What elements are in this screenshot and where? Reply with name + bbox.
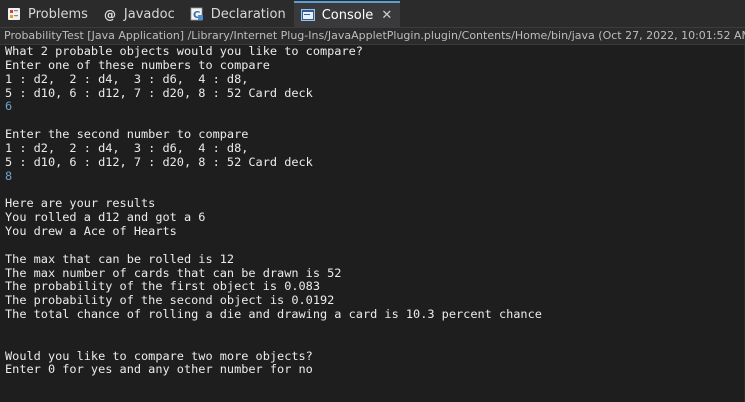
tab-javadoc-label: Javadoc [123, 6, 175, 22]
console-output[interactable]: What 2 probable objects would you like t… [0, 45, 745, 402]
tab-problems-label: Problems [28, 6, 88, 22]
console-output-line: 5 : d10, 6 : d12, 7 : d20, 8 : 52 Card d… [5, 154, 313, 169]
console-output-line: The max that can be rolled is 12 [5, 251, 235, 266]
console-output-line: The max number of cards that can be draw… [5, 265, 342, 280]
console-output-line: Enter the second number to compare [5, 127, 249, 142]
console-output-line: You rolled a d12 and got a 6 [5, 210, 206, 225]
console-output-line: Here are your results [5, 196, 156, 211]
tab-declaration-label: Declaration [210, 6, 286, 22]
console-output-line [5, 114, 745, 128]
console-output-line [5, 336, 745, 350]
svg-text:@: @ [104, 8, 116, 21]
console-output-line: Would you like to compare two more objec… [5, 348, 313, 363]
console-output-line: You drew a Ace of Hearts [5, 223, 177, 238]
console-output-line [5, 183, 745, 197]
tab-problems[interactable]: Problems [0, 1, 96, 27]
console-input-line: 6 [5, 99, 13, 114]
javadoc-icon: @ [102, 6, 118, 22]
tab-console[interactable]: Console ✕ [293, 1, 401, 27]
tab-declaration[interactable]: C Declaration [183, 1, 294, 27]
tab-javadoc[interactable]: @ Javadoc [96, 1, 183, 27]
console-output-line: Enter 0 for yes and any other number for… [5, 362, 313, 377]
console-output-line [5, 322, 745, 336]
tab-console-label: Console [321, 7, 374, 23]
console-output-line: The total chance of rolling a die and dr… [5, 307, 542, 322]
process-info-bar: ProbabilityTest [Java Application] /Libr… [0, 28, 745, 45]
console-output-line: The probability of the first object is 0… [5, 279, 320, 294]
view-tab-bar: Problems @ Javadoc C Declaration Console… [0, 0, 745, 28]
console-output-line: 1 : d2, 2 : d4, 3 : d6, 4 : d8, [5, 140, 249, 155]
console-output-line: 5 : d10, 6 : d12, 7 : d20, 8 : 52 Card d… [5, 85, 313, 100]
console-icon [300, 7, 316, 23]
console-output-line: The probability of the second object is … [5, 293, 335, 308]
console-output-line [5, 239, 745, 253]
problems-icon [6, 6, 22, 22]
declaration-icon: C [189, 6, 205, 22]
console-output-line: 1 : d2, 2 : d4, 3 : d6, 4 : d8, [5, 71, 249, 86]
eclipse-console-window: Problems @ Javadoc C Declaration Console… [0, 0, 745, 402]
console-input-line: 8 [5, 168, 13, 183]
console-output-line: What 2 probable objects would you like t… [5, 45, 363, 58]
console-output-line: Enter one of these numbers to compare [5, 57, 270, 72]
close-icon[interactable]: ✕ [381, 8, 392, 23]
